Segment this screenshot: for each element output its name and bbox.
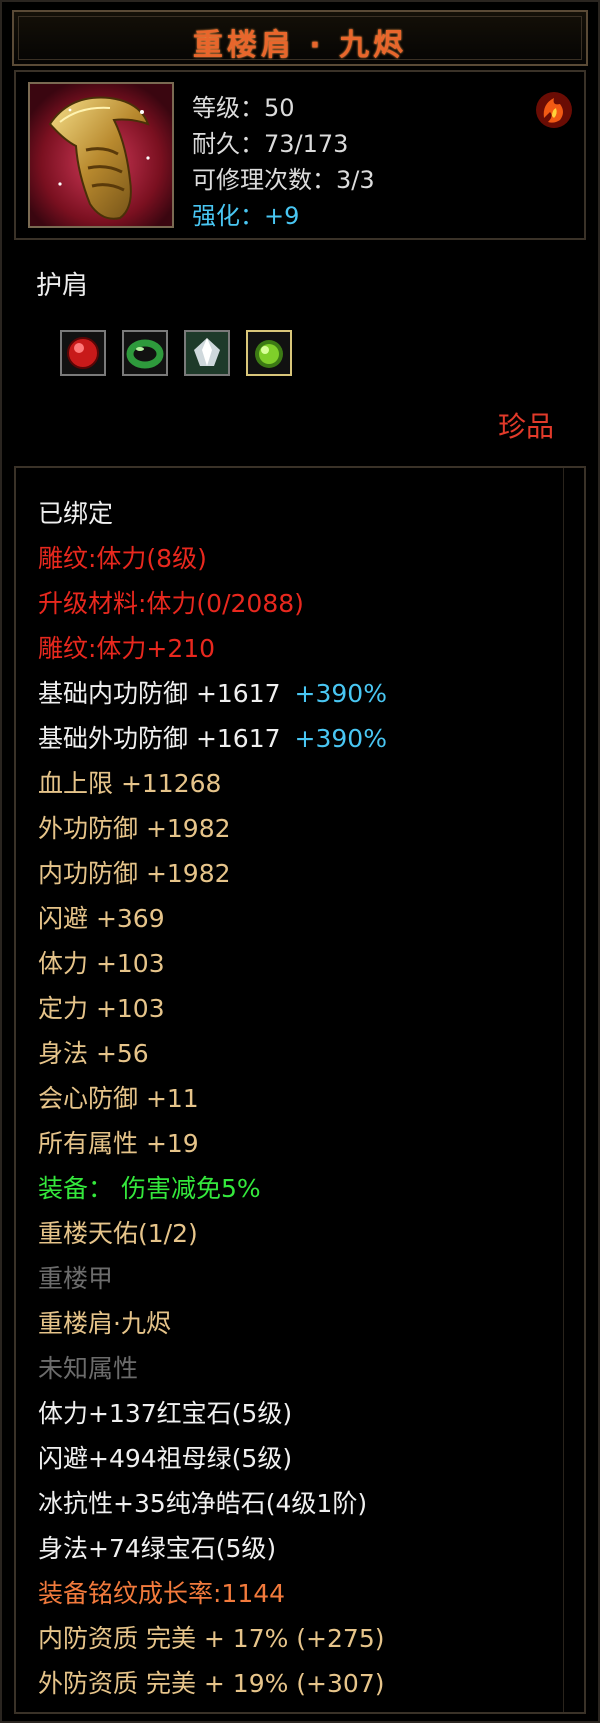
enhance-stat: 强化：+9 <box>192 202 300 230</box>
outer-quality: 外防资质 完美 + 19% (+307) <box>38 1669 385 1698</box>
item-tooltip: 重楼肩 · 九烬 等级：50 耐久：73/173 可修理次数：3/3 强化：+9… <box>0 0 600 1723</box>
base-outer-defense-label: 基础外功防御 +1617 <box>38 724 281 753</box>
gem-slot-4[interactable] <box>246 330 292 376</box>
upgrade-material: 升级材料:体力(0/2088) <box>38 589 304 618</box>
gem-bonus-3: 冰抗性+35纯净皓石(4级1阶) <box>38 1489 368 1518</box>
gem-bonus-4: 身法+74绿宝石(5级) <box>38 1534 277 1563</box>
base-outer-defense: 基础外功防御 +1617 +390% <box>38 719 387 755</box>
gem-slot-1[interactable] <box>60 330 106 376</box>
base-inner-defense-label: 基础内功防御 +1617 <box>38 679 281 708</box>
unknown-attribute: 未知属性 <box>38 1354 139 1383</box>
white-crystal-gem-icon <box>186 332 228 378</box>
base-inner-defense: 基础内功防御 +1617 +390% <box>38 674 387 710</box>
base-inner-defense-percent: +390% <box>294 679 387 708</box>
agility: 身法 +56 <box>38 1039 149 1068</box>
outer-defense: 外功防御 +1982 <box>38 814 231 843</box>
gem-slot-3[interactable] <box>184 330 230 376</box>
red-gem-icon <box>62 337 104 378</box>
flame-emblem-icon <box>532 88 576 132</box>
attribute-panel: 已绑定 雕纹:体力(8级) 升级材料:体力(0/2088) 雕纹:体力+210 … <box>14 466 586 1714</box>
durability-stat: 耐久：73/173 <box>192 130 349 158</box>
gem-bonus-2: 闪避+494祖母绿(5级) <box>38 1444 293 1473</box>
engrave-bonus: 雕纹:体力+210 <box>38 634 216 663</box>
hp-cap: 血上限 +11268 <box>38 769 222 798</box>
stamina: 体力 +103 <box>38 949 165 978</box>
green-gem-icon <box>248 340 290 378</box>
inner-quality: 内防资质 完美 + 17% (+275) <box>38 1624 385 1653</box>
set-piece-2: 重楼肩·九烬 <box>38 1309 171 1338</box>
repair-count-stat: 可修理次数：3/3 <box>192 166 375 194</box>
rarity-label: 珍品 <box>497 410 554 443</box>
shoulder-armor-icon <box>28 82 174 228</box>
level-stat: 等级：50 <box>192 94 295 122</box>
gem-slot-2[interactable] <box>122 330 168 376</box>
crit-defense: 会心防御 +11 <box>38 1084 199 1113</box>
dodge: 闪避 +369 <box>38 904 165 933</box>
base-outer-defense-percent: +390% <box>294 724 387 753</box>
bound-status: 已绑定 <box>38 499 114 528</box>
item-type: 护肩 <box>36 271 89 301</box>
all-attributes: 所有属性 +19 <box>38 1129 199 1158</box>
item-header-panel: 等级：50 耐久：73/173 可修理次数：3/3 强化：+9 <box>14 70 586 240</box>
set-name: 重楼天佑(1/2) <box>38 1219 198 1248</box>
item-name: 重楼肩 · 九烬 <box>192 28 408 63</box>
set-piece-1: 重楼甲 <box>38 1264 114 1293</box>
gem-bonus-1: 体力+137红宝石(5级) <box>38 1399 293 1428</box>
engrave-level: 雕纹:体力(8级) <box>38 544 207 573</box>
title-bar: 重楼肩 · 九烬 <box>12 10 588 66</box>
jade-ring-gem-icon <box>124 339 166 378</box>
inner-defense: 内功防御 +1982 <box>38 859 231 888</box>
equip-bonus: 装备： 伤害减免5% <box>38 1174 261 1203</box>
focus: 定力 +103 <box>38 994 165 1023</box>
growth-rate: 装备铭纹成长率:1144 <box>38 1579 286 1608</box>
